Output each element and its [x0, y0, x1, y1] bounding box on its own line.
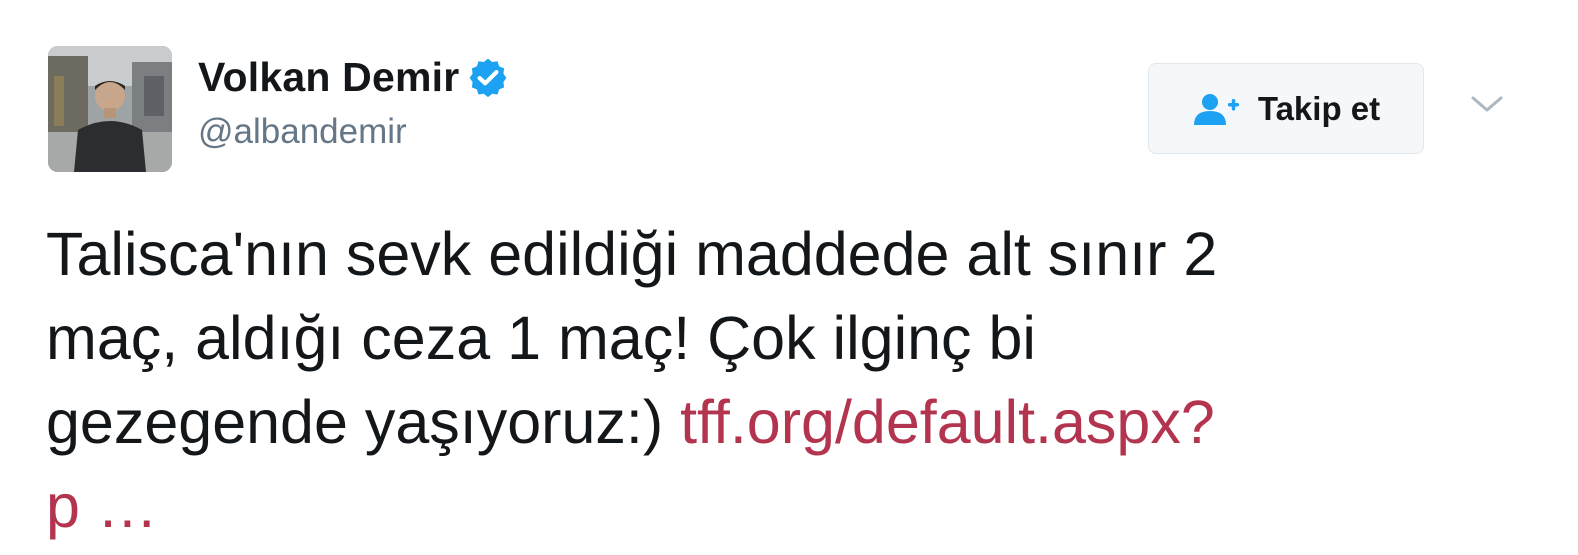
verified-badge-icon: [467, 56, 509, 98]
user-handle[interactable]: @albandemir: [198, 112, 407, 152]
tweet-text-line-2: maç, aldığı ceza 1 maç! Çok ilginç bi: [46, 304, 1036, 372]
follow-button[interactable]: Takip et: [1148, 63, 1424, 154]
follow-button-label: Takip et: [1257, 89, 1381, 127]
tweet-link-part-2: p …: [46, 472, 158, 540]
tweet-text-line-3: gezegende yaşıyoruz:): [46, 388, 681, 456]
tweet-text-line-1: Talisca'nın sevk edildiği maddede alt sı…: [46, 220, 1218, 288]
add-person-icon: [1192, 92, 1240, 126]
tweet-card: Volkan Demir @albandemir Takip et Talisc…: [0, 0, 1578, 555]
chevron-down-icon[interactable]: [1469, 92, 1505, 116]
author-name-row: Volkan Demir: [198, 52, 509, 102]
tweet-text: Talisca'nın sevk edildiği maddede alt sı…: [46, 212, 1446, 548]
tweet-link-part-1: tff.org/default.aspx?: [680, 388, 1215, 456]
avatar[interactable]: [48, 46, 172, 172]
display-name[interactable]: Volkan Demir: [198, 54, 459, 101]
